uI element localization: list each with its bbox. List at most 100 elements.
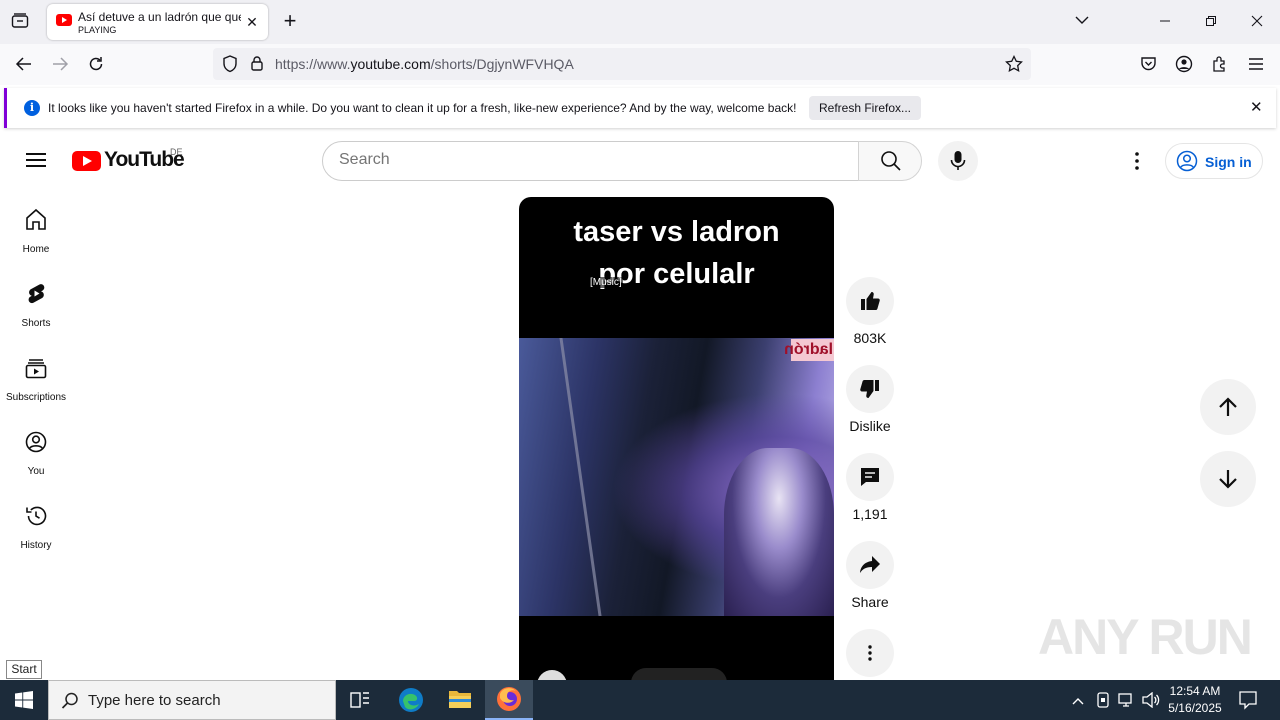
like-button[interactable] bbox=[846, 277, 894, 325]
extensions-icon[interactable] bbox=[1211, 55, 1229, 73]
sidebar-item-history[interactable]: History bbox=[0, 504, 72, 578]
guide-menu-icon[interactable] bbox=[26, 153, 46, 167]
thumbs-up-icon bbox=[861, 292, 880, 310]
system-clock[interactable]: 12:54 AM 5/16/2025 bbox=[1160, 683, 1230, 717]
search-input[interactable] bbox=[339, 151, 839, 169]
dislike-button[interactable] bbox=[846, 365, 894, 413]
share-action: Share bbox=[846, 541, 894, 610]
video-sticker-text: ladrón bbox=[784, 339, 834, 361]
task-view-icon[interactable] bbox=[350, 691, 370, 709]
show-hidden-icons-chevron-icon[interactable] bbox=[1071, 693, 1085, 707]
sidebar-item-you[interactable]: You bbox=[0, 430, 72, 504]
file-explorer-icon[interactable] bbox=[447, 688, 473, 712]
share-label: Share bbox=[851, 594, 889, 610]
new-tab-icon[interactable]: + bbox=[280, 10, 300, 32]
minimize-icon[interactable] bbox=[1156, 14, 1174, 30]
close-window-icon[interactable] bbox=[1248, 14, 1266, 30]
search-field[interactable] bbox=[322, 141, 859, 181]
windows-taskbar: Type here to search 12:54 AM 5/16/2025 bbox=[0, 680, 1280, 720]
reload-icon[interactable] bbox=[86, 55, 106, 73]
sidebar-label-subscriptions: Subscriptions bbox=[5, 392, 67, 403]
car-window-frame bbox=[559, 338, 689, 616]
forward-icon[interactable] bbox=[50, 56, 70, 74]
shorts-video-player[interactable]: taser vs ladron por celulalr [Music] lad… bbox=[519, 197, 834, 680]
share-button[interactable] bbox=[846, 541, 894, 589]
thumbs-down-icon bbox=[860, 380, 879, 398]
dislike-label: Dislike bbox=[849, 418, 891, 434]
like-count: 803K bbox=[853, 330, 887, 346]
info-icon: i bbox=[24, 100, 40, 116]
restore-icon[interactable] bbox=[1202, 14, 1220, 30]
firefox-view-icon[interactable] bbox=[10, 13, 30, 31]
notifications-icon[interactable] bbox=[1238, 690, 1258, 710]
tab-strip: Así detuve a un ladrón que que PLAYING ✕… bbox=[0, 0, 1280, 44]
sign-in-label: Sign in bbox=[1205, 154, 1252, 170]
more-actions-button[interactable] bbox=[846, 629, 894, 677]
windows-start-icon[interactable] bbox=[14, 691, 34, 709]
sidebar-label-history: History bbox=[20, 540, 52, 551]
taskbar-search-placeholder: Type here to search bbox=[88, 692, 221, 709]
shorts-icon bbox=[28, 284, 45, 304]
subscriptions-icon bbox=[25, 359, 47, 379]
bookmark-star-icon[interactable] bbox=[1005, 54, 1023, 73]
tab-title: Así detuve a un ladrón que que bbox=[78, 10, 241, 24]
comment-count: 1,191 bbox=[852, 506, 888, 522]
share-icon bbox=[860, 556, 880, 573]
closed-caption-text: [Music] bbox=[589, 277, 623, 288]
taskbar-firefox-button[interactable] bbox=[485, 680, 533, 720]
tab-active[interactable]: Así detuve a un ladrón que que PLAYING ✕ bbox=[47, 4, 268, 40]
network-icon[interactable] bbox=[1118, 692, 1136, 708]
anyrun-watermark: ANY RUN bbox=[1038, 609, 1253, 665]
subscribe-button[interactable] bbox=[631, 668, 727, 680]
comments-action: 1,191 bbox=[846, 453, 894, 522]
history-icon bbox=[26, 506, 47, 526]
settings-more-button[interactable] bbox=[1124, 148, 1150, 174]
comments-button[interactable] bbox=[846, 453, 894, 501]
url-text[interactable]: https://www.youtube.com/shorts/DgjynWFVH… bbox=[275, 56, 574, 72]
refresh-firefox-button[interactable]: Refresh Firefox... bbox=[809, 96, 921, 120]
sidebar-item-shorts[interactable]: Shorts bbox=[0, 282, 72, 356]
navigation-toolbar: https://www.youtube.com/shorts/DgjynWFVH… bbox=[0, 44, 1280, 85]
sign-in-button[interactable]: Sign in bbox=[1165, 143, 1263, 179]
sidebar-item-subscriptions[interactable]: Subscriptions bbox=[0, 356, 72, 430]
list-tabs-chevron-icon[interactable] bbox=[1072, 12, 1092, 32]
more-actions bbox=[846, 629, 894, 677]
padlock-icon[interactable] bbox=[249, 55, 265, 73]
tab-close-icon[interactable]: ✕ bbox=[244, 14, 260, 30]
video-frame bbox=[519, 338, 834, 616]
search-button[interactable] bbox=[858, 141, 922, 181]
previous-video-button[interactable] bbox=[1200, 379, 1256, 435]
microphone-icon bbox=[950, 151, 966, 170]
sidebar-item-home[interactable]: Home bbox=[0, 208, 72, 282]
more-vert-icon bbox=[1135, 152, 1139, 170]
volume-icon[interactable] bbox=[1142, 691, 1160, 709]
tab-playing-label: PLAYING bbox=[78, 25, 117, 35]
more-vert-icon bbox=[868, 645, 872, 661]
person-in-frame bbox=[724, 448, 834, 616]
voice-search-button[interactable] bbox=[938, 141, 978, 181]
refresh-firefox-notification: i It looks like you haven't started Fire… bbox=[4, 88, 1276, 128]
pocket-icon[interactable] bbox=[1139, 56, 1157, 74]
like-action: 803K bbox=[846, 277, 894, 346]
tracking-protection-shield-icon[interactable] bbox=[221, 55, 239, 73]
home-icon bbox=[26, 208, 46, 230]
taskbar-search-box[interactable]: Type here to search bbox=[48, 680, 336, 720]
app-menu-icon[interactable] bbox=[1248, 57, 1264, 71]
sidebar-label-you: You bbox=[27, 466, 45, 477]
device-icon[interactable] bbox=[1096, 692, 1110, 708]
notification-message: It looks like you haven't started Firefo… bbox=[48, 101, 797, 115]
clock-time: 12:54 AM bbox=[1169, 684, 1221, 698]
dislike-action: Dislike bbox=[846, 365, 894, 434]
back-icon[interactable] bbox=[14, 56, 34, 74]
arrow-down-icon bbox=[1219, 470, 1237, 489]
channel-avatar[interactable] bbox=[537, 670, 567, 680]
youtube-logo-icon[interactable] bbox=[72, 151, 101, 171]
notification-close-icon[interactable]: ✕ bbox=[1250, 98, 1263, 116]
next-video-button[interactable] bbox=[1200, 451, 1256, 507]
address-bar[interactable]: https://www.youtube.com/shorts/DgjynWFVH… bbox=[213, 48, 1031, 80]
account-icon[interactable] bbox=[1175, 55, 1193, 73]
edge-icon[interactable] bbox=[398, 687, 424, 713]
sidebar-label-home: Home bbox=[22, 244, 50, 255]
country-code: DE bbox=[170, 147, 183, 157]
comment-icon bbox=[861, 468, 879, 486]
